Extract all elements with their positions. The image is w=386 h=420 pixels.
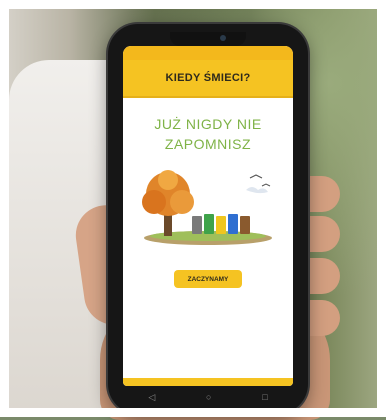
camera-icon xyxy=(220,35,226,41)
bin-green xyxy=(204,214,214,234)
bird-icon xyxy=(261,183,271,187)
home-icon[interactable]: ○ xyxy=(206,392,211,402)
bin-blue xyxy=(228,214,238,234)
app-header: KIEDY ŚMIECI? xyxy=(123,60,293,98)
tree-crown-right xyxy=(170,190,194,214)
app-title: KIEDY ŚMIECI? xyxy=(165,72,251,84)
bin-grey xyxy=(192,216,202,234)
phone-screen: KIEDY ŚMIECI? JUŻ NIGDY NIE ZAPOMNISZ ZA… xyxy=(123,46,293,386)
tree-crown-top xyxy=(158,170,178,190)
bin-brown xyxy=(240,216,250,234)
start-button[interactable]: ZACZYNAMY xyxy=(174,270,242,288)
recent-apps-icon[interactable]: □ xyxy=(262,392,267,402)
cloud xyxy=(246,187,268,194)
back-icon[interactable]: ◁ xyxy=(148,392,155,402)
headline: JUŻ NIGDY NIE ZAPOMNISZ xyxy=(123,114,293,154)
tree-and-bins-illustration xyxy=(142,170,272,245)
bird-icon xyxy=(249,174,263,179)
status-bar xyxy=(123,46,293,60)
tree-crown-left xyxy=(142,190,166,214)
smartphone: KIEDY ŚMIECI? JUŻ NIGDY NIE ZAPOMNISZ ZA… xyxy=(108,24,308,414)
bottom-strip xyxy=(123,378,293,386)
headline-line-2: ZAPOMNISZ xyxy=(164,136,252,152)
bin-yellow xyxy=(216,216,226,234)
navigation-bar: ◁ ○ □ xyxy=(123,388,293,406)
phone-notch xyxy=(170,32,246,46)
headline-line-1: JUŻ NIGDY NIE xyxy=(154,116,262,132)
